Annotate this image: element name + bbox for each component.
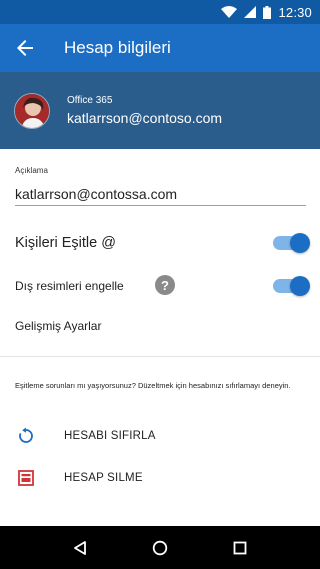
account-header: Office 365 katlarrson@contoso.com xyxy=(0,72,320,149)
reset-account-button[interactable]: HESABI SIFIRLA xyxy=(15,425,156,447)
home-circle-icon xyxy=(152,540,168,555)
page-title: Hesap bilgileri xyxy=(64,38,171,57)
app-bar: Hesap bilgileri xyxy=(0,24,320,72)
wifi-icon xyxy=(221,6,238,18)
question-circle-icon[interactable]: ? xyxy=(155,275,175,295)
sync-contacts-toggle[interactable] xyxy=(273,233,310,253)
arrow-left-icon xyxy=(17,40,33,56)
description-label: Açıklama xyxy=(15,166,48,175)
status-bar: 12:30 xyxy=(0,0,320,24)
signal-icon xyxy=(244,6,257,18)
recents-square-icon xyxy=(233,541,247,554)
block-images-toggle[interactable] xyxy=(273,276,310,296)
nav-home-button[interactable] xyxy=(140,528,180,568)
delete-account-icon xyxy=(15,467,37,489)
nav-recents-button[interactable] xyxy=(220,528,260,568)
avatar xyxy=(14,92,50,129)
reset-icon xyxy=(15,425,37,447)
account-type: Office 365 xyxy=(67,95,113,106)
sync-contacts-row: Kişileri Eşitle @ xyxy=(15,232,310,254)
back-triangle-icon xyxy=(74,540,86,555)
toggle-knob xyxy=(290,233,310,253)
toggle-knob xyxy=(290,276,310,296)
reset-account-label: HESABI SIFIRLA xyxy=(64,430,156,442)
account-email: katlarrson@contoso.com xyxy=(67,110,223,126)
divider xyxy=(0,356,320,357)
battery-icon xyxy=(263,5,272,19)
back-button[interactable] xyxy=(0,24,50,72)
advanced-settings-link[interactable]: Gelişmiş Ayarlar xyxy=(15,319,101,333)
delete-account-button[interactable]: HESAP SILME xyxy=(15,467,143,489)
system-nav-bar xyxy=(0,526,320,569)
delete-account-label: HESAP SILME xyxy=(64,472,143,484)
sync-contacts-label: Kişileri Eşitle @ xyxy=(15,235,116,251)
sync-help-text: Eşitleme sorunları mı yaşıyorsunuz? Düze… xyxy=(15,381,291,390)
block-images-label: Dış resimleri engelle xyxy=(15,279,124,293)
description-input[interactable] xyxy=(15,182,306,206)
nav-back-button[interactable] xyxy=(60,528,100,568)
status-time: 12:30 xyxy=(278,4,312,20)
